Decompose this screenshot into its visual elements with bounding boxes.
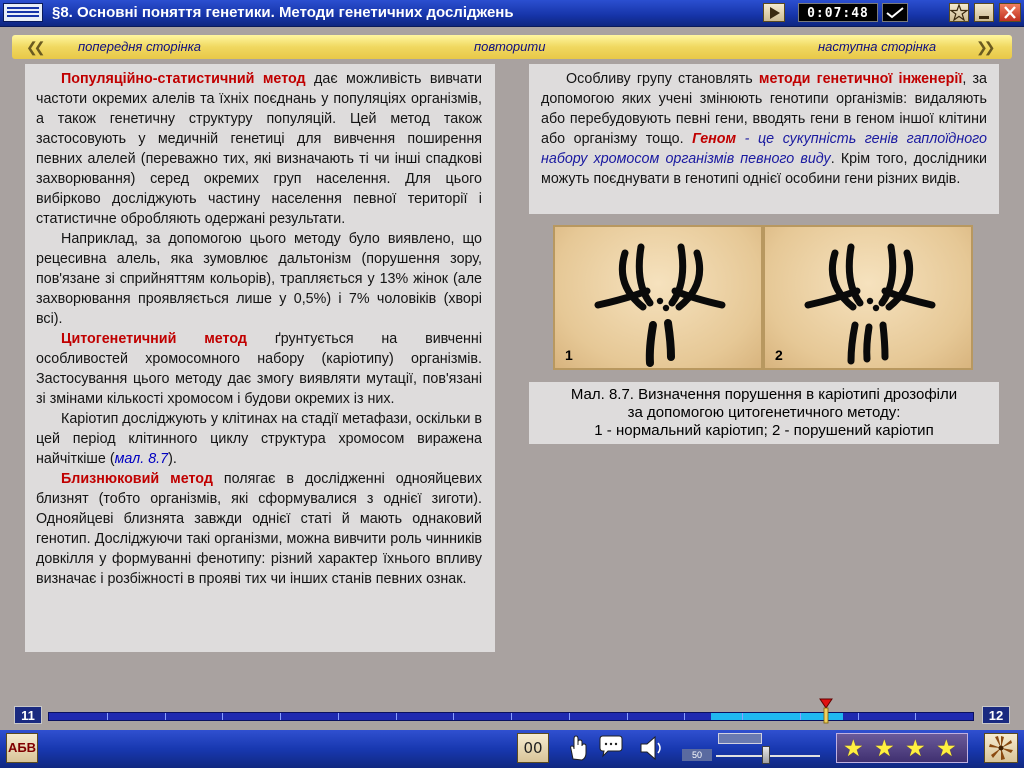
check-icon: [886, 7, 904, 19]
next-page-number[interactable]: 12: [982, 706, 1010, 724]
star-icon[interactable]: ★: [905, 736, 926, 760]
figure-reference-link[interactable]: мал. 8.7: [115, 451, 168, 467]
term-population-method: Популяційно-статистичний метод: [61, 71, 306, 87]
navigation-bar: ❮❮ попередня сторінка повторити наступна…: [12, 35, 1012, 59]
previous-page-link[interactable]: попередня сторінка: [78, 39, 201, 54]
karyotype-image-abnormal[interactable]: 2: [763, 225, 973, 370]
comment-icon[interactable]: [597, 733, 625, 763]
hand-icon[interactable]: [564, 733, 592, 763]
progress-tick: [396, 713, 397, 720]
glossary-button[interactable]: АБВ: [6, 733, 38, 763]
progress-tick: [511, 713, 512, 720]
caption-line: Мал. 8.7. Визначення порушення в каріоти…: [570, 386, 958, 403]
position-marker-icon[interactable]: [819, 698, 833, 724]
karyotype-image-normal[interactable]: 1: [553, 225, 763, 370]
figure-caption: Мал. 8.7. Визначення порушення в каріоти…: [534, 386, 994, 440]
paragraph-text: дає можливість вивчати частоти окремих а…: [36, 71, 482, 227]
paragraph-text: Особливу групу становлять: [566, 71, 759, 87]
timer-display: 0:07:48: [798, 3, 878, 22]
speed-slider[interactable]: [718, 733, 762, 744]
term-genetic-engineering: методи генетичної інженерії: [758, 71, 963, 87]
paragraph-genetic-engineering: Особливу групу становлять методи генетич…: [541, 69, 987, 189]
bottom-toolbar: АБВ 00 50 ★ ★ ★ ★: [0, 730, 1024, 768]
repeat-link[interactable]: повторити: [474, 39, 545, 54]
play-button[interactable]: [763, 3, 785, 22]
close-icon: [1004, 6, 1016, 19]
chromosome-drawing: [594, 243, 726, 367]
star-icon[interactable]: ★: [874, 736, 895, 760]
progress-tick: [338, 713, 339, 720]
progress-tick: [280, 713, 281, 720]
term-genome: Геном: [692, 131, 737, 147]
progress-tick: [684, 713, 685, 720]
left-text-panel: Популяційно-статистичний метод дає можли…: [25, 64, 495, 652]
genetic-engineering-text: Особливу групу становлять методи генетич…: [541, 69, 987, 189]
favorite-button[interactable]: [949, 3, 969, 22]
volume-value: 50: [682, 749, 712, 761]
counter-button[interactable]: 00: [517, 733, 549, 763]
karyotype-figure: 1 2: [553, 225, 973, 370]
progress-tick: [107, 713, 108, 720]
figure-caption-panel: Мал. 8.7. Визначення порушення в каріоти…: [529, 382, 999, 444]
play-icon: [770, 7, 780, 19]
star-icon[interactable]: ★: [936, 736, 957, 760]
paragraph-cytogenetic-method: Цитогенетичний метод ґрунтується на вивч…: [36, 329, 482, 409]
paragraph-population-method: Популяційно-статистичний метод дає можли…: [36, 69, 482, 229]
caption-line: за допомогою цитогенетичного методу:: [627, 404, 901, 421]
progress-tick: [222, 713, 223, 720]
minimize-button[interactable]: [974, 3, 994, 22]
menu-icon[interactable]: [3, 3, 43, 22]
window-title: §8. Основні поняття генетики. Методи ген…: [52, 4, 514, 21]
progress-tick: [453, 713, 454, 720]
term-twin-method: Близнюковий метод: [61, 471, 213, 487]
paragraph-text: ).: [168, 451, 177, 467]
progress-tick: [165, 713, 166, 720]
lesson-text: Популяційно-статистичний метод дає можли…: [36, 69, 482, 589]
close-button[interactable]: [999, 3, 1021, 22]
term-cytogenetic-method: Цитогенетичний метод: [61, 331, 247, 347]
volume-slider-handle[interactable]: [762, 746, 770, 764]
right-text-panel: Особливу групу становлять методи генетич…: [529, 64, 999, 214]
page-progress-area: 11 12: [0, 698, 1024, 730]
figure-label-1: 1: [565, 347, 573, 363]
progress-tick: [915, 713, 916, 720]
paragraph-karyotype: Каріотип досліджують у клітинах на стаді…: [36, 409, 482, 469]
paragraph-twin-method: Близнюковий метод полягає в дослідженні …: [36, 469, 482, 589]
chevron-right-icon: ❯❯: [976, 39, 996, 55]
check-button[interactable]: [882, 3, 908, 22]
paragraph-example: Наприклад, за допомогою цього методу бул…: [36, 231, 482, 327]
progress-tick: [569, 713, 570, 720]
star-icon[interactable]: ★: [843, 736, 864, 760]
minimize-icon: [979, 16, 989, 19]
paragraph-text: Каріотип досліджують у клітинах на стаді…: [36, 411, 482, 467]
next-page-link[interactable]: наступна сторінка: [818, 39, 936, 54]
star-icon: [949, 3, 969, 22]
rating-stars[interactable]: ★ ★ ★ ★: [836, 733, 968, 763]
paragraph-text: полягає в дослідженні однояйцевих близня…: [36, 471, 482, 587]
chromosome-drawing: [804, 243, 936, 365]
progress-tick: [858, 713, 859, 720]
progress-tick: [627, 713, 628, 720]
speaker-icon[interactable]: [636, 733, 666, 763]
chevron-left-icon: ❮❮: [26, 39, 46, 55]
figure-label-2: 2: [775, 347, 783, 363]
progress-tick: [742, 713, 743, 720]
fan-icon[interactable]: [984, 733, 1018, 763]
current-page-number[interactable]: 11: [14, 706, 42, 724]
caption-line: 1 - нормальний каріотип; 2 - порушений к…: [594, 422, 934, 439]
title-bar: §8. Основні поняття генетики. Методи ген…: [0, 0, 1024, 27]
page-progress-bar[interactable]: [48, 712, 974, 721]
progress-tick: [800, 713, 801, 720]
